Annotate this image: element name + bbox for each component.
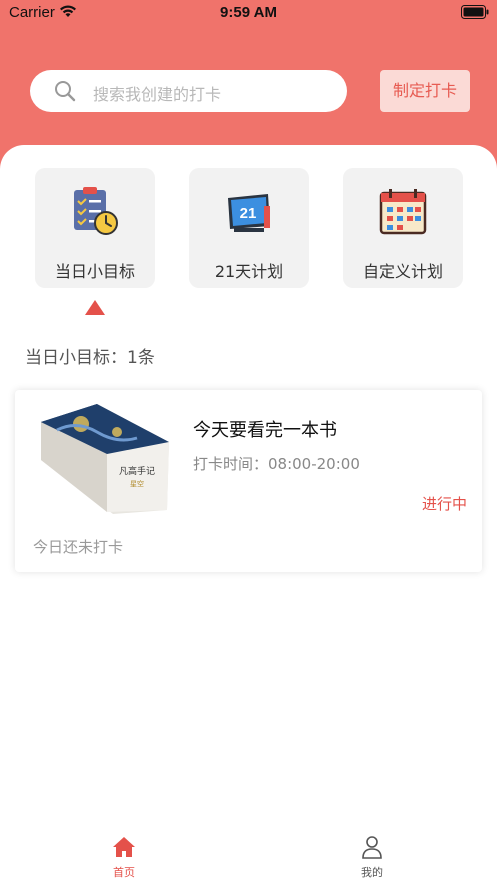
svg-text:21: 21 [240, 205, 257, 222]
calendar-21-icon: 21 [228, 194, 270, 232]
checkin-status: 今日还未打卡 [33, 538, 124, 556]
task-time: 打卡时间：08:00-20:00 [193, 455, 360, 473]
search-placeholder: 搜索我创建的打卡 [93, 85, 222, 104]
create-checkin-button[interactable]: 制定打卡 [380, 70, 470, 112]
section-title: 当日小目标：1条 [25, 348, 155, 368]
tab-home[interactable]: 首页 [84, 835, 164, 880]
category-daily-goal[interactable]: 当日小目标 [35, 168, 155, 288]
search-input[interactable]: 搜索我创建的打卡 [30, 70, 347, 112]
category-label: 自定义计划 [362, 262, 443, 281]
checklist-clock-icon [74, 187, 118, 235]
task-title: 今天要看完一本书 [193, 420, 337, 441]
battery-icon [461, 5, 489, 19]
book-cover-image: 凡高手记 星空 [41, 404, 169, 514]
calendar-grid-icon [379, 189, 427, 235]
active-category-indicator [85, 300, 105, 315]
search-icon [55, 81, 76, 102]
status-time: 9:59 AM [220, 4, 277, 21]
tab-bar: 首页 我的 [0, 825, 497, 883]
book-title-text: 凡高手记 [119, 465, 155, 477]
tab-label: 我的 [361, 866, 383, 879]
task-card[interactable]: 凡高手记 星空 今天要看完一本书 打卡时间：08:00-20:00 进行中 今日… [15, 390, 482, 572]
tab-me[interactable]: 我的 [332, 835, 412, 880]
category-label: 21天计划 [214, 262, 284, 281]
tab-label: 首页 [113, 866, 135, 879]
task-status-badge: 进行中 [421, 495, 467, 513]
book-subtitle-text: 星空 [130, 479, 144, 488]
status-bar: Carrier 9:59 AM [0, 0, 497, 26]
category-label: 当日小目标 [54, 262, 135, 281]
home-icon [113, 837, 135, 857]
category-21-day-plan[interactable]: 21 21天计划 [189, 168, 309, 288]
person-icon [362, 836, 382, 859]
category-custom-plan[interactable]: 自定义计划 [343, 168, 463, 288]
